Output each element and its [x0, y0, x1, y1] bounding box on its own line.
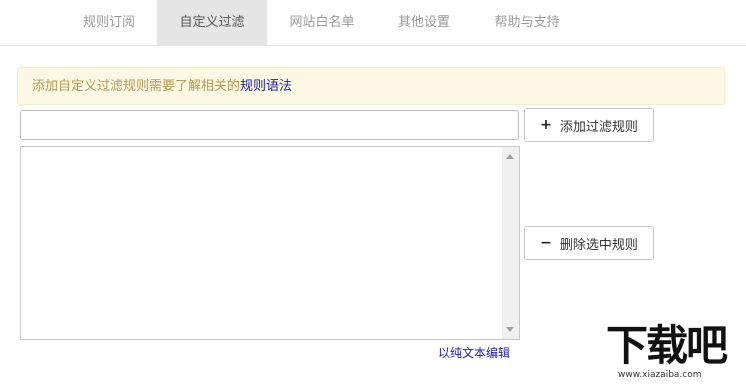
tab-site-whitelist[interactable]: 网站白名单 — [270, 0, 374, 46]
notice-text: 添加自定义过滤规则需要了解相关的 — [32, 79, 241, 94]
delete-selected-rule-button[interactable]: − 删除选中规则 — [524, 226, 654, 260]
tab-bar: 规则订阅 自定义过滤 网站白名单 其他设置 帮助与支持 — [0, 0, 746, 46]
edit-as-plain-text-link[interactable]: 以纯文本编辑 — [438, 344, 510, 361]
listbox-scrollbar[interactable] — [502, 147, 519, 339]
add-filter-rule-label: 添加过滤规则 — [559, 119, 638, 135]
rules-listbox[interactable] — [20, 146, 520, 340]
scroll-down-arrow-icon[interactable] — [506, 327, 514, 332]
watermark-logo: 下载吧 www.xiazaiba.com — [606, 322, 746, 385]
info-notice: 添加自定义过滤规则需要了解相关的规则语法 — [17, 67, 725, 105]
delete-selected-rule-label: 删除选中规则 — [559, 237, 638, 253]
scroll-up-arrow-icon[interactable] — [506, 154, 514, 159]
tab-help-support[interactable]: 帮助与支持 — [474, 0, 580, 46]
plus-icon: + — [540, 117, 552, 133]
minus-icon: − — [540, 235, 552, 251]
watermark-url: www.xiazaiba.com — [618, 370, 702, 380]
tab-other-settings[interactable]: 其他设置 — [378, 0, 470, 46]
tab-rule-subscription[interactable]: 规则订阅 — [62, 0, 156, 46]
rule-syntax-link[interactable]: 规则语法 — [240, 79, 292, 94]
tab-custom-filter[interactable]: 自定义过滤 — [157, 0, 267, 46]
watermark-logo-text: 下载吧 — [606, 321, 728, 370]
rule-input[interactable] — [20, 110, 519, 140]
add-filter-rule-button[interactable]: + 添加过滤规则 — [524, 108, 654, 142]
